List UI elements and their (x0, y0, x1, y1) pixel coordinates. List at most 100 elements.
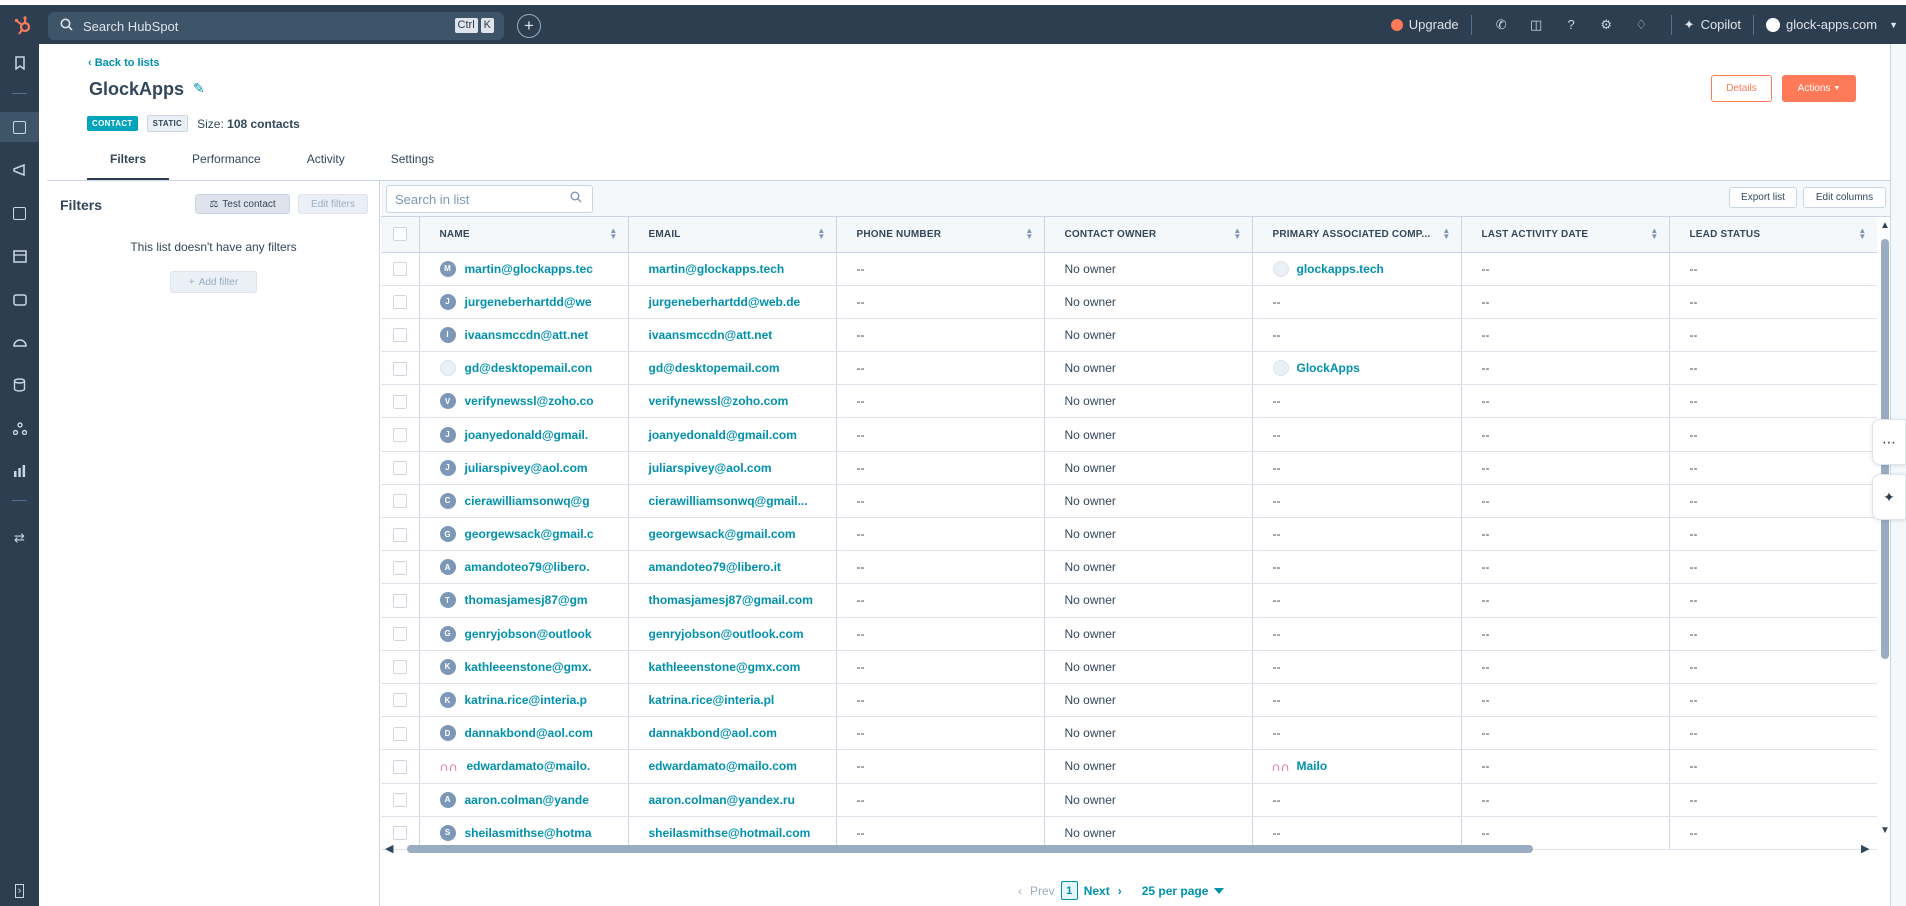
row-checkbox[interactable] (392, 461, 407, 476)
contact-name-link[interactable]: genryjobson@outlook (465, 627, 592, 641)
table-row[interactable]: Jjurgeneberhartdd@we jurgeneberhartdd@web… (381, 285, 1877, 319)
contact-email-link[interactable]: aaron.colman@yandex.ru (649, 793, 795, 807)
column-header-name[interactable]: NAME ▲ ▼ (419, 217, 629, 253)
tab-activity[interactable]: Activity (284, 149, 368, 181)
copilot-button[interactable]: ✦ Copilot (1684, 17, 1741, 33)
contact-name-link[interactable]: amandoteo79@libero. (465, 560, 590, 574)
row-checkbox[interactable] (392, 759, 407, 774)
row-checkbox[interactable] (392, 328, 407, 343)
scroll-left-arrow-icon[interactable]: ◀ (385, 842, 393, 855)
table-row[interactable]: Aamandoteo79@libero. amandoteo79@libero.i… (381, 550, 1877, 585)
row-checkbox[interactable] (392, 793, 407, 807)
marketplace-icon[interactable]: ◫ (1519, 17, 1554, 33)
contact-email-link[interactable]: amandoteo79@libero.it (649, 560, 781, 574)
contact-email-link[interactable]: gd@desktopemail.com (649, 361, 780, 375)
global-search-input[interactable]: Search HubSpot Ctrl K (48, 12, 504, 40)
contact-email-link[interactable]: cierawilliamsonwq@gmail... (649, 494, 808, 508)
table-row[interactable]: Jjuliarspivey@aol.com juliarspivey@aol.co… (381, 451, 1877, 485)
row-checkbox[interactable] (392, 295, 407, 310)
marketing-icon[interactable] (0, 155, 39, 185)
table-row[interactable]: ∩∩ edwardamato@mailo. edwardamato@mailo.co… (381, 749, 1877, 784)
edit-pencil-icon[interactable]: ✎ (193, 80, 205, 97)
sort-icon[interactable]: ▲ ▼ (1858, 227, 1866, 241)
list-search-input[interactable]: Search in list (386, 185, 593, 213)
data-management-icon[interactable] (0, 370, 39, 400)
table-row[interactable]: Tthomasjamesj87@gm thomasjamesj87@gmail.c… (381, 583, 1877, 618)
prev-page-button[interactable]: ‹ Prev (1018, 884, 1055, 898)
service-icon[interactable] (0, 327, 39, 357)
contact-name-link[interactable]: georgewsack@gmail.c (465, 527, 594, 541)
row-checkbox[interactable] (392, 394, 407, 409)
contact-email-link[interactable]: joanyedonald@gmail.com (649, 428, 797, 442)
contact-name-link[interactable]: verifynewssl@zoho.co (465, 394, 594, 408)
back-to-lists-link[interactable]: ‹ Back to lists (88, 57, 160, 69)
tab-filters[interactable]: Filters (87, 149, 170, 181)
workflow-arrows-icon[interactable]: ⇄ (0, 523, 39, 553)
column-header-company[interactable]: PRIMARY ASSOCIATED COMP... ▲ ▼ (1252, 217, 1462, 253)
row-checkbox[interactable] (392, 726, 407, 741)
scroll-right-arrow-icon[interactable]: ▶ (1861, 842, 1869, 855)
contact-email-link[interactable]: katrina.rice@interia.pl (649, 693, 775, 707)
column-header-owner[interactable]: CONTACT OWNER ▲ ▼ (1044, 217, 1253, 253)
scroll-down-arrow-icon[interactable]: ▼ (1880, 825, 1890, 836)
row-checkbox[interactable] (392, 262, 407, 276)
contact-email-link[interactable]: juliarspivey@aol.com (649, 461, 772, 475)
tab-performance[interactable]: Performance (169, 149, 284, 181)
table-row[interactable]: Kkatrina.rice@interia.p katrina.rice@inte… (381, 683, 1877, 718)
table-row[interactable]: Ddannakbond@aol.com dannakbond@aol.com -- N… (381, 716, 1877, 751)
contact-email-link[interactable]: verifynewssl@zoho.com (649, 394, 789, 408)
contact-email-link[interactable]: sheilasmithse@hotmail.com (649, 826, 811, 840)
row-checkbox[interactable] (392, 826, 407, 841)
row-checkbox[interactable] (392, 494, 407, 509)
automation-icon[interactable] (0, 413, 39, 443)
phone-icon[interactable]: ✆ (1484, 17, 1519, 33)
sort-icon[interactable]: ▲ ▼ (1650, 227, 1658, 241)
contact-name-link[interactable]: dannakbond@aol.com (465, 726, 593, 740)
notifications-bell-icon[interactable]: ♢ (1624, 17, 1659, 33)
sales-icon[interactable] (0, 241, 39, 271)
column-header-email[interactable]: EMAIL ▲ ▼ (628, 217, 837, 253)
contact-name-link[interactable]: thomasjamesj87@gm (465, 593, 588, 607)
grid-dots-icon[interactable]: ⋯ (1872, 419, 1906, 465)
row-checkbox[interactable] (392, 427, 407, 442)
edit-columns-button[interactable]: Edit columns (1803, 187, 1886, 208)
column-header-lead-status[interactable]: LEAD STATUS ▲ ▼ (1669, 217, 1877, 253)
table-row[interactable]: Kkathleeenstone@gmx. kathleeenstone@gmx.c… (381, 650, 1877, 684)
contact-email-link[interactable]: thomasjamesj87@gmail.com (649, 593, 813, 607)
company-link[interactable]: Mailo (1297, 759, 1328, 773)
row-checkbox[interactable] (392, 627, 407, 642)
settings-gear-icon[interactable]: ⚙ (1589, 17, 1624, 33)
table-row[interactable]: Iivaansmccdn@att.net ivaansmccdn@att.net -… (381, 318, 1877, 353)
sort-icon[interactable]: ▲ ▼ (1233, 227, 1241, 241)
contact-name-link[interactable]: martin@glockapps.tec (465, 262, 593, 276)
upgrade-button[interactable]: Upgrade (1390, 17, 1459, 32)
details-button[interactable]: Details (1711, 75, 1772, 102)
company-link[interactable]: glockapps.tech (1297, 262, 1384, 276)
account-menu[interactable]: glock-apps.com ▼ (1766, 17, 1898, 32)
table-row[interactable]: Mmartin@glockapps.tec martin@glockapps.te… (381, 252, 1877, 286)
table-row[interactable]: Ccierawilliamsonwq@g cierawilliamsonwq@gm… (381, 484, 1877, 519)
contact-name-link[interactable]: kathleeenstone@gmx. (465, 660, 592, 674)
table-row[interactable]: Aaaron.colman@yande aaron.colman@yandex.r… (381, 783, 1877, 817)
contact-email-link[interactable]: genryjobson@outlook.com (649, 627, 804, 641)
help-icon[interactable]: ? (1554, 17, 1589, 32)
edit-filters-button[interactable]: Edit filters (298, 194, 368, 214)
actions-dropdown-button[interactable]: Actions ▼ (1782, 75, 1856, 102)
contact-name-link[interactable]: katrina.rice@interia.p (465, 693, 587, 707)
row-checkbox[interactable] (392, 560, 407, 575)
contact-email-link[interactable]: edwardamato@mailo.com (649, 759, 797, 773)
contact-email-link[interactable]: kathleeenstone@gmx.com (649, 660, 801, 674)
per-page-dropdown[interactable]: 25 per page (1142, 884, 1225, 898)
add-filter-button[interactable]: + Add filter (170, 271, 257, 293)
column-header-phone[interactable]: PHONE NUMBER ▲ ▼ (836, 217, 1045, 253)
expand-sidebar-icon[interactable]: › (0, 876, 39, 906)
page-number-current[interactable]: 1 (1060, 881, 1078, 900)
hubspot-logo-icon[interactable] (8, 11, 38, 41)
row-checkbox[interactable] (392, 527, 407, 542)
sort-icon[interactable]: ▲ ▼ (817, 227, 825, 241)
column-header-last-activity[interactable]: LAST ACTIVITY DATE ▲ ▼ (1461, 217, 1670, 253)
tab-settings[interactable]: Settings (368, 149, 457, 181)
sort-icon[interactable]: ▲ ▼ (1025, 227, 1033, 241)
export-list-button[interactable]: Export list (1729, 187, 1797, 208)
horizontal-scroll-thumb[interactable] (407, 845, 1533, 853)
